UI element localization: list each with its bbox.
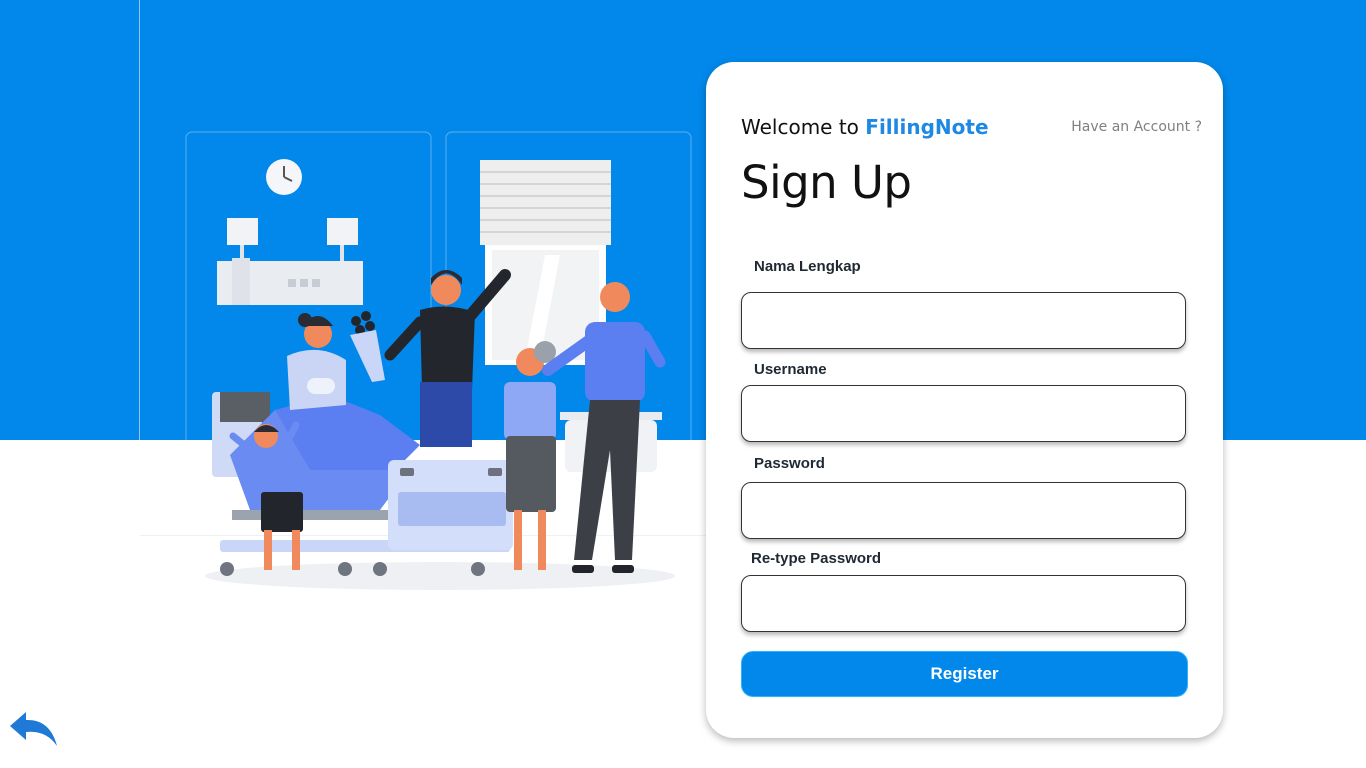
signup-card: Welcome to FillingNote Have an Account ?… [706, 62, 1223, 738]
password-input[interactable] [741, 482, 1186, 539]
undo-arrow-icon [10, 712, 57, 746]
brand-name: FillingNote [865, 115, 989, 139]
page-title: Sign Up [741, 156, 912, 209]
hospital-family-illustration [185, 131, 692, 590]
full-name-input[interactable] [741, 292, 1186, 349]
have-account-link[interactable]: Have an Account ? [1071, 119, 1202, 135]
back-button[interactable] [8, 708, 60, 750]
retype-password-label: Re-type Password [751, 550, 882, 567]
full-name-label: Nama Lengkap [754, 258, 861, 275]
username-label: Username [754, 361, 827, 378]
password-label: Password [754, 455, 825, 472]
welcome-prefix: Welcome to [741, 115, 866, 139]
divider [139, 0, 140, 440]
retype-password-input[interactable] [741, 575, 1186, 632]
username-input[interactable] [741, 385, 1186, 442]
welcome-text: Welcome to FillingNote [741, 115, 989, 139]
register-button[interactable]: Register [741, 651, 1188, 697]
